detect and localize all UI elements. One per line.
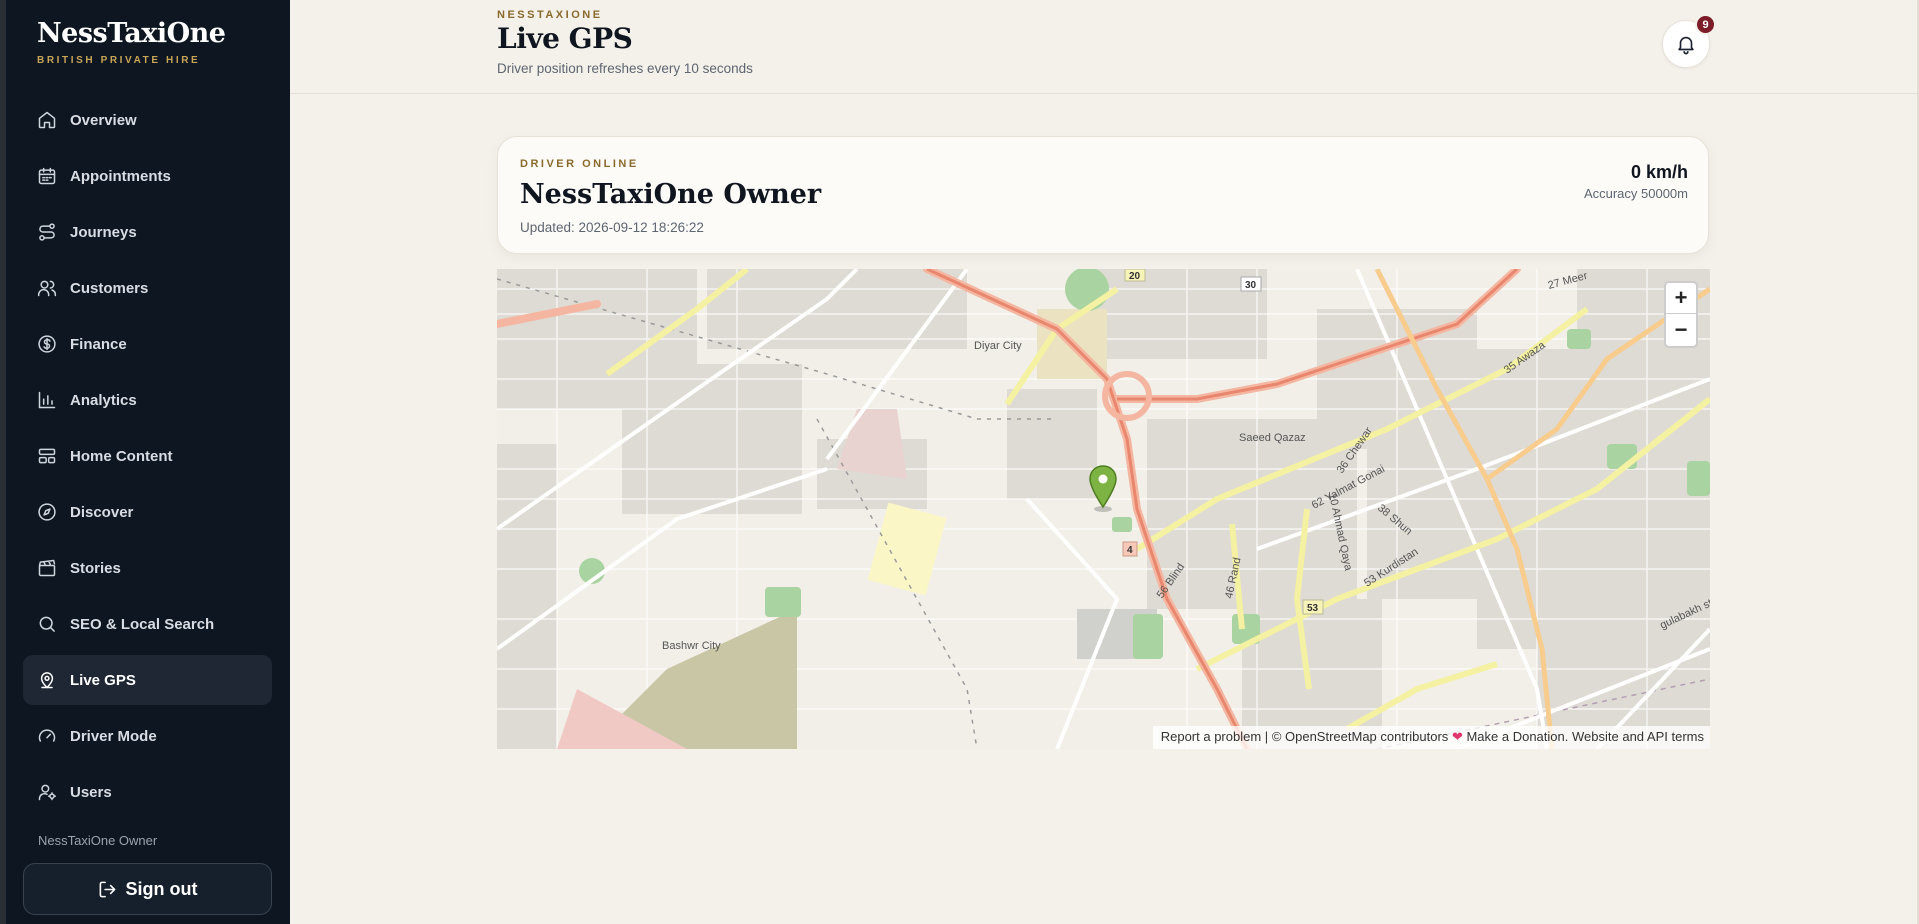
driver-name: NessTaxiOne Owner — [520, 179, 822, 210]
sidebar-item-label: Journeys — [70, 223, 137, 241]
user-cog-icon — [38, 784, 57, 801]
attribution-separator: | — [1264, 729, 1269, 744]
home-icon — [38, 111, 56, 129]
map-label-saeed-qazaz: Saeed Qazaz — [1239, 432, 1306, 444]
driver-updated-time: Updated: 2026-09-12 18:26:22 — [520, 220, 704, 235]
notification-badge: 9 — [1695, 14, 1716, 35]
zoom-in-button[interactable]: + — [1666, 283, 1696, 314]
road-shield-4: 4 — [1127, 545, 1133, 556]
sidebar-item-label: Analytics — [70, 391, 137, 409]
current-user-label: NessTaxiOne Owner — [38, 833, 158, 848]
page-kicker: NESSTAXIONE — [497, 9, 603, 21]
brand[interactable]: NessTaxiOne BRITISH PRIVATE HIRE — [37, 18, 226, 66]
sidebar-item-label: Overview — [70, 111, 137, 129]
log-out-icon — [99, 881, 115, 897]
driver-speed: 0 km/h — [1630, 162, 1688, 182]
dollar-icon — [38, 335, 56, 353]
sidebar-item-appointments[interactable]: Appointments — [23, 151, 272, 201]
sidebar-item-stories[interactable]: Stories — [23, 543, 272, 593]
sidebar-item-label: Users — [70, 783, 112, 801]
sidebar-item-finance[interactable]: Finance — [23, 319, 272, 369]
driver-location-marker[interactable] — [1087, 464, 1119, 512]
sidebar-item-label: Discover — [70, 503, 134, 521]
driver-status: DRIVER ONLINE — [520, 158, 639, 170]
bar-chart-icon — [38, 391, 56, 409]
sidebar-item-seo[interactable]: SEO & Local Search — [23, 599, 272, 649]
live-map[interactable]: 4 53 30 20 Diyar City Saeed Qazaz 62 Yal… — [497, 269, 1710, 749]
sign-out-label: Sign out — [125, 878, 198, 899]
sidebar-nav: Overview Appointments Journeys Customers… — [23, 95, 272, 823]
zoom-out-button[interactable]: − — [1666, 314, 1696, 345]
sidebar-item-label: Finance — [70, 335, 127, 353]
map-label-diyar-city: Diyar City — [974, 340, 1022, 352]
sidebar-item-label: Appointments — [70, 167, 171, 185]
sidebar-item-analytics[interactable]: Analytics — [23, 375, 272, 425]
brand-subtitle: BRITISH PRIVATE HIRE — [37, 55, 201, 66]
sidebar-item-home-content[interactable]: Home Content — [23, 431, 272, 481]
bell-icon — [1678, 36, 1694, 55]
map-zoom-control: + − — [1664, 281, 1698, 348]
brand-name: NessTaxiOne — [37, 18, 226, 49]
users-icon — [37, 280, 57, 297]
sidebar-item-driver-mode[interactable]: Driver Mode — [23, 711, 272, 761]
sidebar: NessTaxiOne BRITISH PRIVATE HIRE Overvie… — [0, 0, 290, 924]
sidebar-item-label: Driver Mode — [70, 727, 157, 745]
route-icon — [39, 223, 55, 241]
gauge-icon — [38, 729, 56, 742]
sidebar-item-label: Customers — [70, 279, 149, 297]
sidebar-item-live-gps[interactable]: Live GPS — [23, 655, 272, 705]
page-header: NESSTAXIONE Live GPS Driver position ref… — [290, 0, 1919, 94]
sign-out-button[interactable]: Sign out — [23, 863, 272, 915]
driver-status-card: DRIVER ONLINE NessTaxiOne Owner Updated:… — [497, 136, 1709, 254]
sidebar-edge — [0, 0, 6, 924]
driver-accuracy: Accuracy 50000m — [1583, 186, 1688, 201]
page-subtitle: Driver position refreshes every 10 secon… — [497, 61, 753, 76]
map-pin-icon — [40, 672, 54, 689]
map-label-bashwr-city: Bashwr City — [662, 640, 721, 652]
map-attribution: Report a problem | © OpenStreetMap contr… — [1152, 726, 1710, 749]
road-shield-20: 20 — [1129, 271, 1141, 282]
sidebar-item-customers[interactable]: Customers — [23, 263, 272, 313]
terms-link[interactable]: Website and API terms — [1572, 729, 1704, 744]
osm-contributors-link[interactable]: © OpenStreetMap contributors — [1272, 729, 1449, 744]
road-shield-30: 30 — [1245, 280, 1257, 291]
sidebar-item-journeys[interactable]: Journeys — [23, 207, 272, 257]
sidebar-item-label: Home Content — [70, 447, 173, 465]
road-shield-53: 53 — [1307, 603, 1319, 614]
sidebar-item-label: SEO & Local Search — [70, 615, 215, 633]
donation-link[interactable]: Make a Donation. — [1466, 729, 1568, 744]
sidebar-item-users[interactable]: Users — [23, 767, 272, 817]
layout-icon — [38, 448, 56, 464]
sidebar-item-discover[interactable]: Discover — [23, 487, 272, 537]
clapperboard-icon — [38, 559, 56, 577]
heart-icon: ❤ — [1451, 729, 1463, 744]
sidebar-item-label: Live GPS — [70, 671, 136, 689]
sidebar-item-label: Stories — [70, 559, 121, 577]
report-problem-link[interactable]: Report a problem — [1161, 729, 1261, 744]
sidebar-item-overview[interactable]: Overview — [23, 95, 272, 145]
page-title: Live GPS — [497, 22, 633, 55]
search-icon — [39, 616, 55, 632]
calendar-icon — [38, 167, 56, 185]
compass-icon — [38, 503, 56, 521]
